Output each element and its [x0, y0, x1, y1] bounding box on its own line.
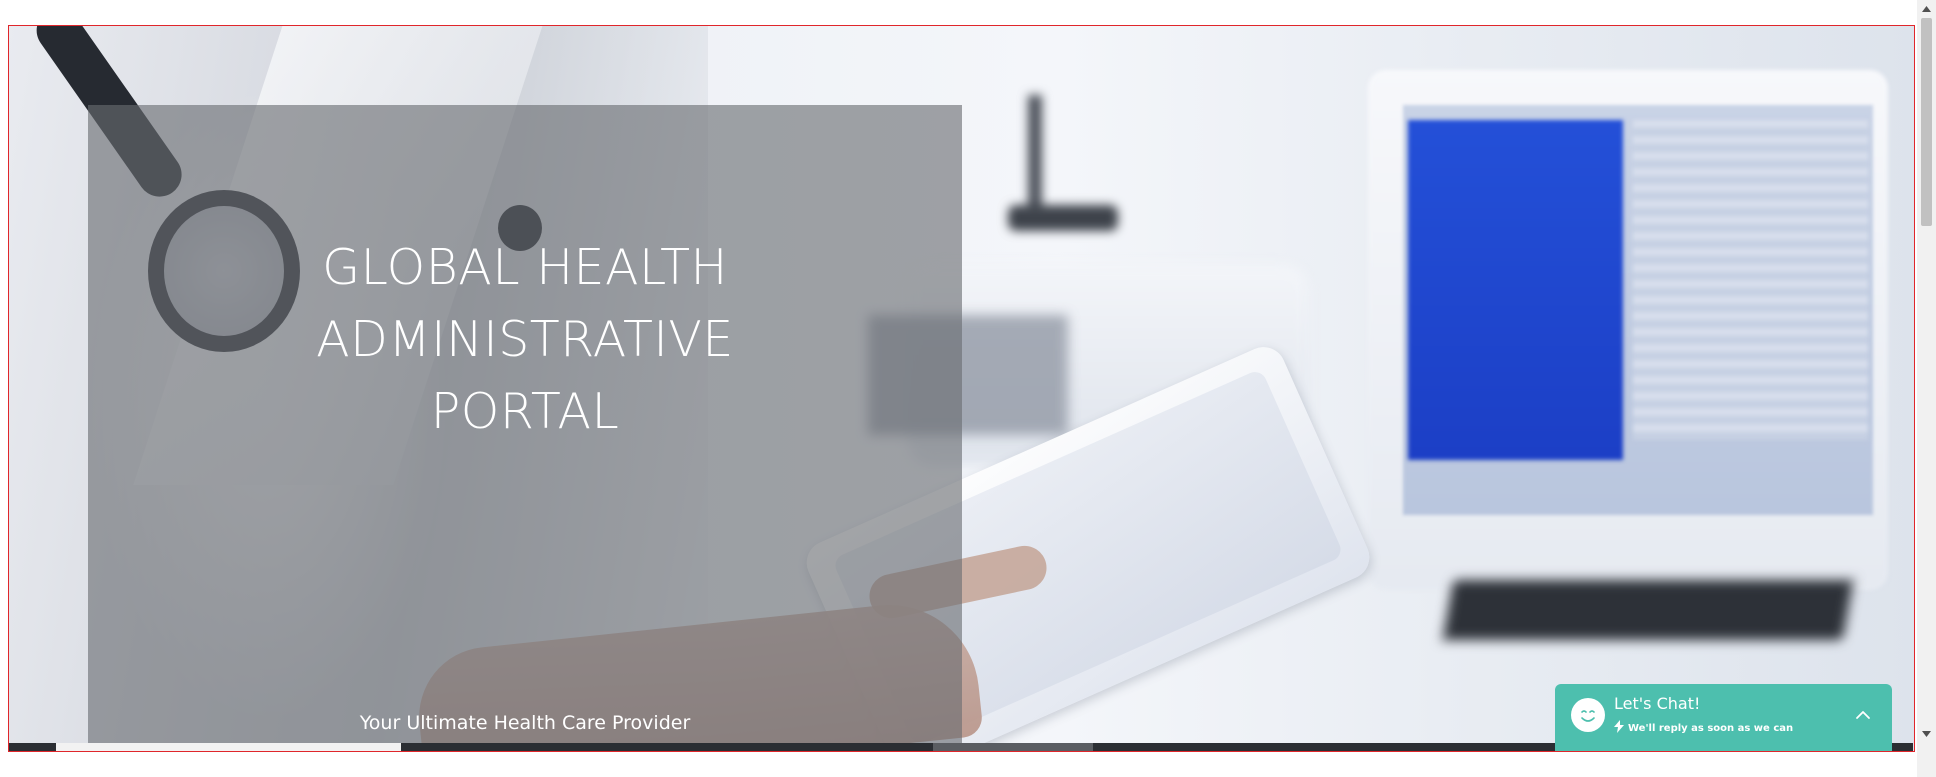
chat-widget[interactable]: Let's Chat! We'll reply as soon as we ca… — [1555, 684, 1892, 752]
background-lamp-arm — [1028, 95, 1042, 215]
hero-title-line-1: GLOBAL HEALTH — [322, 239, 728, 296]
chat-title: Let's Chat! — [1614, 694, 1701, 713]
chat-subtitle: We'll reply as soon as we can — [1628, 722, 1794, 734]
background-monitor-data-panel — [1633, 120, 1868, 440]
slideshow-progress-segment[interactable] — [933, 743, 1093, 751]
hero-title-line-3: PORTAL — [430, 383, 620, 440]
slideshow-progress-active[interactable] — [56, 743, 401, 751]
page-viewport: GLOBAL HEALTH ADMINISTRATIVE PORTAL Your… — [0, 0, 1936, 777]
lightning-bolt-icon — [1614, 720, 1624, 736]
chevron-up-icon[interactable] — [1852, 704, 1874, 726]
scrollbar-thumb[interactable] — [1921, 18, 1932, 226]
hero-title-line-2: ADMINISTRATIVE — [316, 311, 734, 368]
page-scrollbar[interactable] — [1917, 0, 1936, 777]
chat-subtitle-row: We'll reply as soon as we can — [1614, 720, 1793, 736]
background-lamp-base — [1008, 205, 1118, 231]
background-monitor-blue-panel — [1408, 120, 1623, 460]
scroll-down-arrow-icon[interactable] — [1917, 725, 1936, 742]
smiley-face-icon — [1571, 698, 1605, 732]
background-monitor-base — [1442, 580, 1854, 640]
hero-subtitle: Your Ultimate Health Care Provider — [359, 712, 691, 734]
hero-title: GLOBAL HEALTH ADMINISTRATIVE PORTAL — [88, 232, 962, 448]
scroll-up-arrow-icon[interactable] — [1917, 0, 1936, 17]
